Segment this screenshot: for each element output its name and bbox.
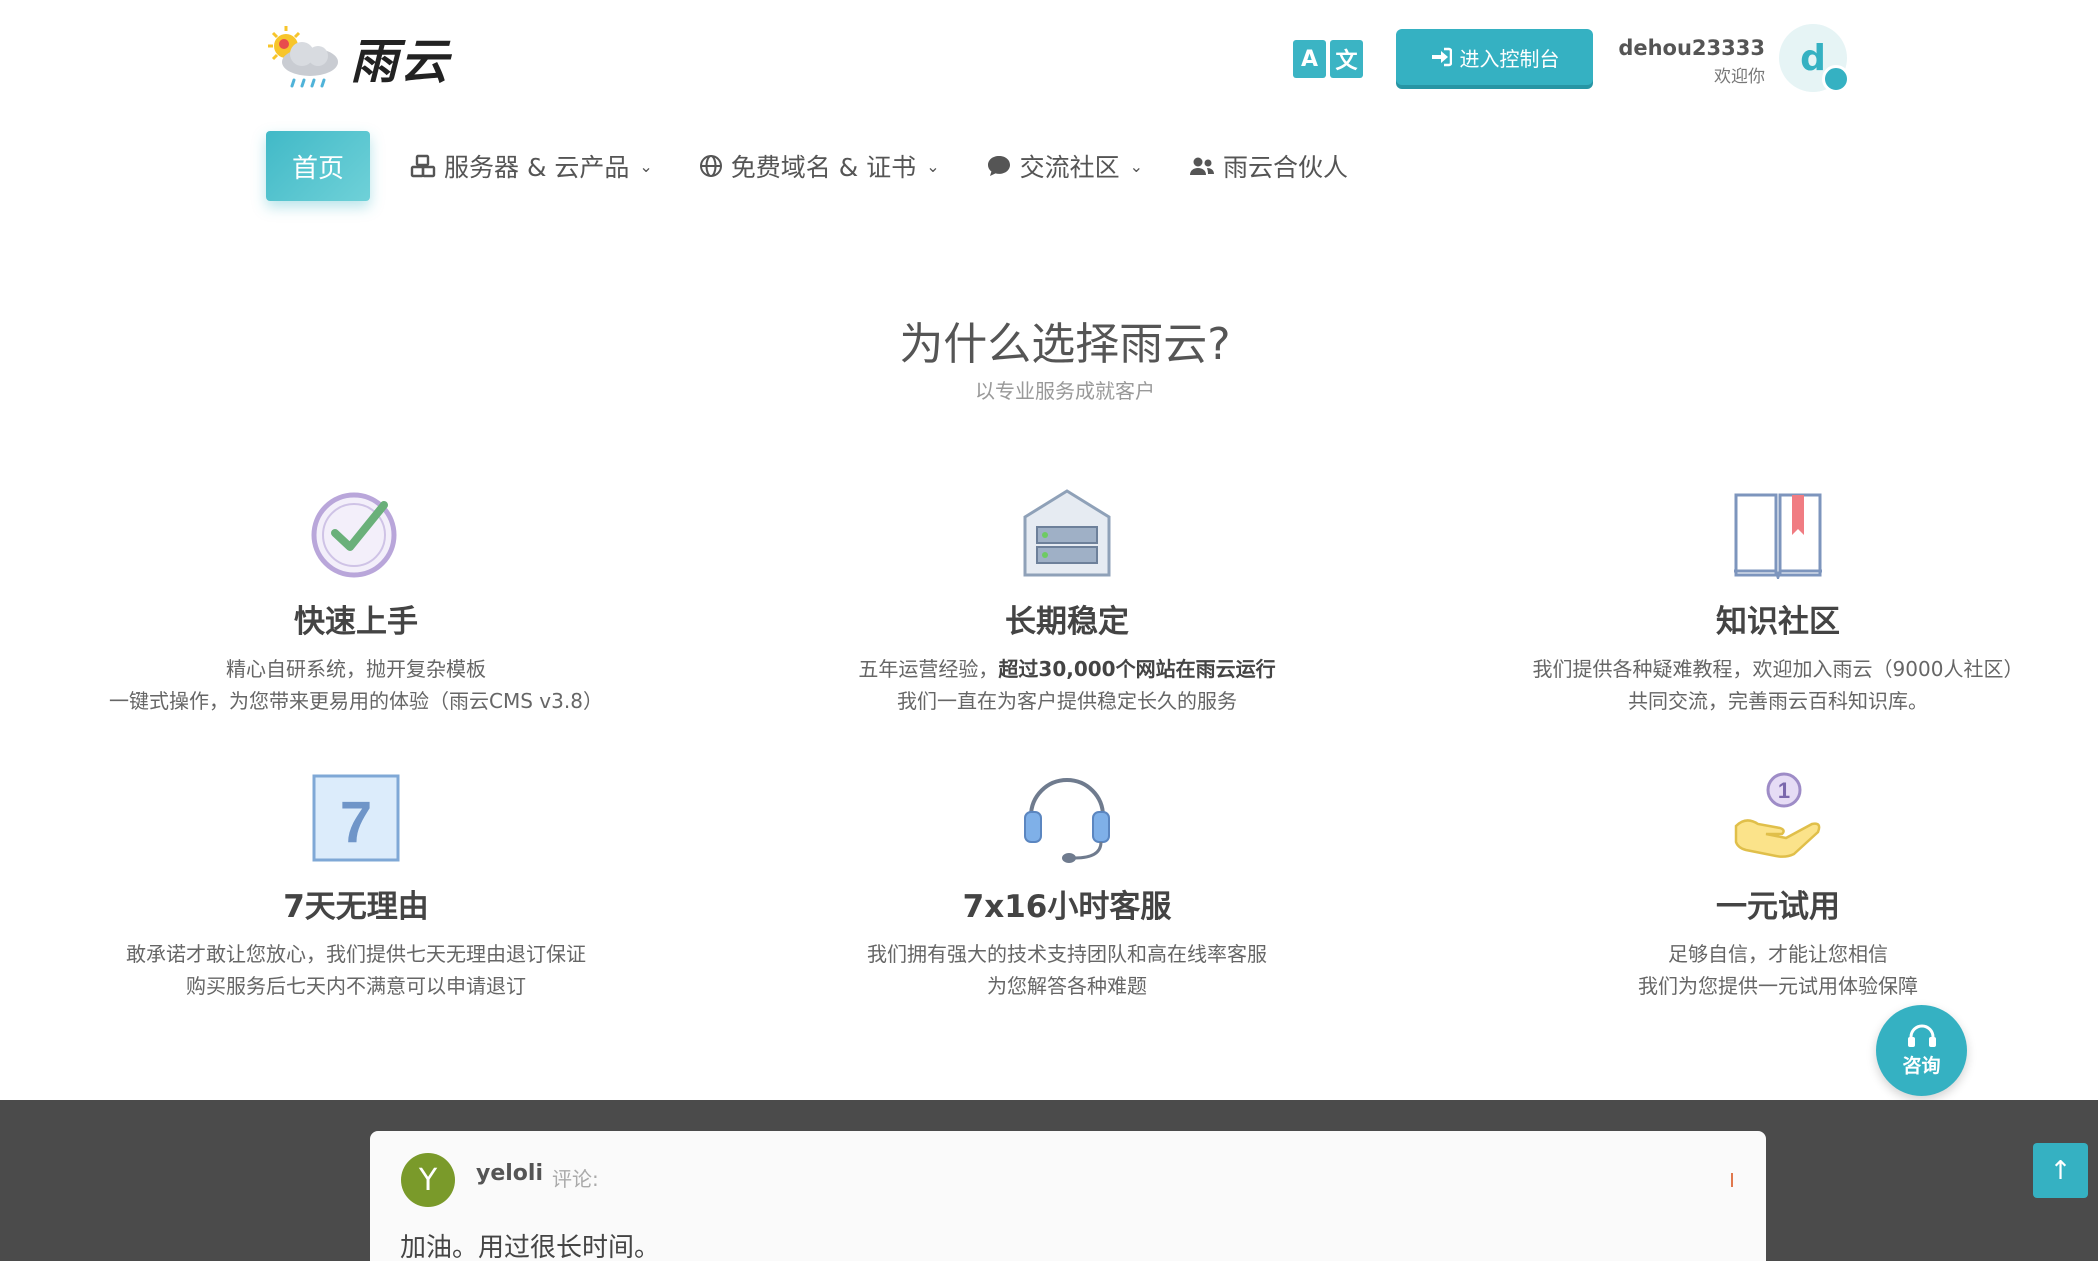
cloud-sun-icon [268,26,338,88]
sign-in-icon [1431,47,1452,67]
feature-line1: 足够自信，才能让您相信 [1668,942,1888,966]
nav-label-products: 服务器 & 云产品 [444,153,630,182]
console-label: 进入控制台 [1459,46,1560,71]
server-icon [1023,488,1111,576]
feature-trial: 1 一元试用 足够自信，才能让您相信 我们为您提供一元试用体验保障 [1468,770,2088,1002]
book-icon [1734,493,1822,579]
calendar-number: 7 [340,790,372,855]
commenter-name: yeloli [476,1161,543,1186]
users-icon [1190,157,1215,175]
feature-title: 7x16小时客服 [962,889,1172,925]
nav-label-domains: 免费域名 & 证书 [730,153,917,182]
arrow-up-icon: ↑ [2049,1155,2072,1186]
feature-line2: 为您解答各种难题 [987,974,1147,998]
console-button[interactable]: 进入控制台 [1396,29,1593,85]
globe-icon [699,155,722,177]
feature-line1-highlight: 超过30,000个网站在雨云运行 [998,657,1276,681]
chevron-down-icon: ⌄ [639,156,653,176]
feature-support: 7x16小时客服 我们拥有强大的技术支持团队和高在线率客服 为您解答各种难题 [757,770,1377,1002]
consult-label: 咨询 [1902,1055,1941,1077]
hand-coin-icon: 1 [1734,772,1821,858]
avatar-letter: d [1800,37,1826,79]
feature-line2: 我们为您提供一元试用体验保障 [1638,974,1918,998]
user-info[interactable]: dehou23333 欢迎你 [1600,36,1765,87]
comment-icon [987,156,1010,176]
avatar[interactable]: d [1779,24,1850,93]
headset-icon [1024,777,1110,863]
feature-stable: 长期稳定 五年运营经验，超过30,000个网站在雨云运行 我们一直在为客户提供稳… [757,485,1377,717]
username: dehou23333 [1618,36,1765,60]
feature-title: 知识社区 [1716,604,1840,640]
nav-item-domains[interactable]: 免费域名 & 证书 ⌄ [699,148,940,184]
chevron-down-icon: ⌄ [926,156,940,176]
feature-title: 长期稳定 [1005,604,1129,640]
section-subtitle: 以专业服务成就客户 [975,379,1155,403]
logo-text: 雨云 [350,34,451,90]
nav-item-partner[interactable]: 雨云合伙人 [1189,148,1348,184]
feature-line1: 我们提供各种疑难教程，欢迎加入雨云（9000人社区） [1532,657,2024,681]
feature-title: 7天无理由 [283,889,429,925]
consult-button[interactable]: 咨询 [1876,1005,1967,1096]
feature-line1: 精心自研系统，抛开复杂模板 [226,657,486,681]
feature-refund: 7 7天无理由 敢承诺才敢让您放心，我们提供七天无理由退订保证 购买服务后七天内… [46,770,666,1002]
feature-title: 快速上手 [294,604,418,640]
feature-title: 一元试用 [1716,889,1840,925]
section-title: 为什么选择雨云? [899,319,1231,370]
feature-line2: 我们一直在为客户提供稳定长久的服务 [897,689,1237,713]
nav-item-products[interactable]: 服务器 & 云产品 ⌄ [410,148,653,184]
back-to-top-button[interactable]: ↑ [2033,1143,2088,1198]
feature-line1: 敢承诺才敢让您放心，我们提供七天无理由退订保证 [126,942,586,966]
comment-label: 评论: [552,1167,599,1191]
feature-line2: 共同交流，完善雨云百科知识库。 [1628,689,1928,713]
feature-line2: 购买服务后七天内不满意可以申请退订 [186,974,526,998]
comment-marker [1731,1173,1733,1187]
headset-small-icon [1907,1024,1936,1047]
comment-card: Y yeloli 评论: 加油。用过很长时间。 [370,1131,1766,1261]
feature-quick-start: 快速上手 精心自研系统，抛开复杂模板 一键式操作，为您带来更易用的体验（雨云CM… [46,485,666,717]
check-clock-icon [311,492,397,577]
cubes-icon [410,154,436,178]
nav-home[interactable]: 首页 [266,131,370,201]
feature-line1-prefix: 五年运营经验， [858,657,999,681]
feature-line1: 我们拥有强大的技术支持团队和高在线率客服 [867,942,1267,966]
calendar-7-icon: 7 [312,774,400,861]
nav-label-community: 交流社区 [1019,153,1120,182]
nav-label-partner: 雨云合伙人 [1223,153,1349,182]
chevron-down-icon: ⌄ [1129,156,1144,176]
welcome-text: 欢迎你 [1714,67,1765,87]
nav-item-community[interactable]: 交流社区 ⌄ [986,148,1143,184]
commenter-avatar: Y [401,1153,455,1207]
comment-text: 加油。用过很长时间。 [400,1233,661,1261]
translate-wen-icon: 文 [1330,40,1363,78]
feature-line2: 一键式操作，为您带来更易用的体验（雨云CMS v3.8） [109,689,603,713]
translate-a-icon: A [1293,40,1326,78]
translate-button[interactable]: A 文 [1293,40,1363,78]
feature-community: 知识社区 我们提供各种疑难教程，欢迎加入雨云（9000人社区） 共同交流，完善雨… [1468,485,2088,717]
logo[interactable]: 雨云 [264,22,450,92]
coin-number: 1 [1778,778,1790,803]
main-nav: 首页 服务器 & 云产品 ⌄ 免费域名 & 证书 ⌄ 交流社区 ⌄ 雨云合伙人 [266,131,1348,201]
cloud-badge-icon [1822,65,1850,93]
